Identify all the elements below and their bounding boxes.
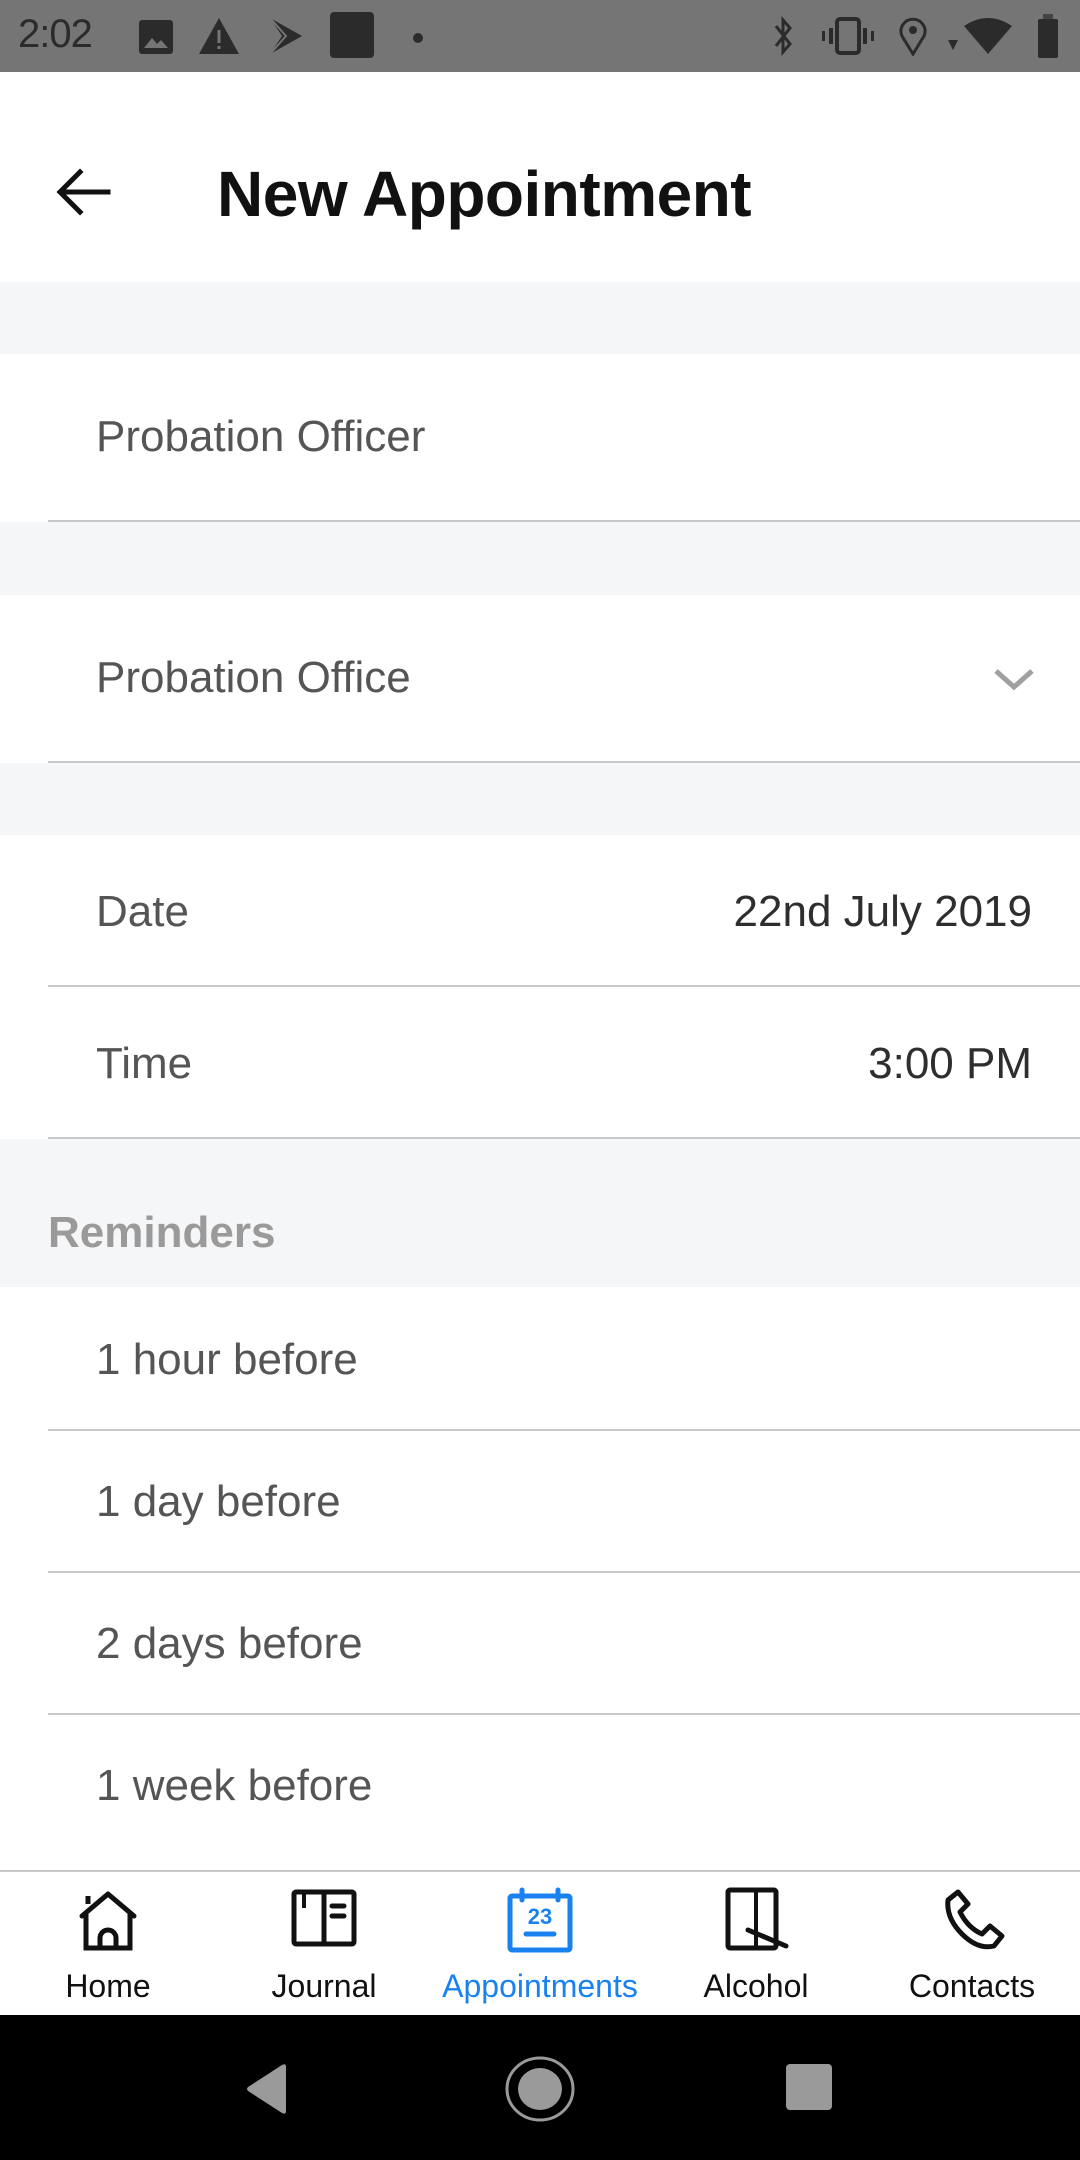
tab-home[interactable]: Home <box>0 1872 216 2015</box>
probation-officer-placeholder: Probation Officer <box>96 412 426 461</box>
tab-alcohol[interactable]: Alcohol <box>648 1872 864 2015</box>
home-icon <box>79 1891 137 1951</box>
probation-officer-field[interactable]: Probation Officer <box>0 354 1080 522</box>
play-store-icon <box>269 17 302 55</box>
tab-contacts-label: Contacts <box>908 1968 1036 2004</box>
tab-alcohol-label: Alcohol <box>703 1968 809 2004</box>
dot-icon <box>413 33 423 43</box>
tab-contacts[interactable]: Contacts <box>864 1872 1080 2015</box>
location-icon <box>899 17 927 56</box>
app-header: New Appointment <box>0 72 1080 282</box>
tab-home-label: Home <box>65 1968 151 2004</box>
reminder-item[interactable]: 1 day before <box>0 1431 1080 1573</box>
page-title: New Appointment <box>217 158 752 230</box>
vibrate-icon <box>822 17 874 55</box>
wifi-icon <box>948 18 1012 54</box>
image-icon <box>139 20 173 54</box>
date-label: Date <box>96 887 189 936</box>
tab-journal[interactable]: Journal <box>216 1872 432 2015</box>
reminder-label: 1 hour before <box>96 1335 358 1384</box>
probation-office-value: Probation Office <box>96 653 411 702</box>
divider <box>48 761 1080 763</box>
app-square-icon <box>330 12 374 58</box>
journal-icon <box>291 1889 357 1947</box>
bottom-tab-bar: Home Journal 23 Appointments Alcohol Con… <box>0 1870 1080 2015</box>
divider <box>48 520 1080 522</box>
arrow-left-icon[interactable] <box>56 164 112 220</box>
date-value[interactable]: 22nd July 2019 <box>734 887 1032 937</box>
back-triangle-icon[interactable] <box>244 2063 288 2115</box>
date-row[interactable]: Date 22nd July 2019 <box>0 835 1080 987</box>
alcohol-icon <box>725 1887 789 1951</box>
calendar-icon-day: 23 <box>528 1904 552 1929</box>
reminder-label: 2 days before <box>96 1619 363 1668</box>
chevron-down-icon[interactable] <box>992 665 1036 693</box>
home-circle-icon[interactable] <box>504 2055 576 2123</box>
warning-icon <box>199 18 239 54</box>
probation-office-select[interactable]: Probation Office <box>0 595 1080 763</box>
divider <box>48 1137 1080 1139</box>
time-label: Time <box>96 1039 193 1088</box>
recents-square-icon[interactable] <box>785 2063 833 2111</box>
status-time: 2:02 <box>18 12 93 56</box>
status-bar: 2:02 <box>0 0 1080 72</box>
calendar-icon: 23 <box>507 1887 573 1953</box>
battery-icon <box>1038 14 1058 58</box>
tab-appointments-label: Appointments <box>442 1968 638 2004</box>
time-row[interactable]: Time 3:00 PM <box>0 987 1080 1139</box>
reminder-label: 1 week before <box>96 1761 373 1810</box>
reminder-item[interactable]: 1 week before <box>0 1715 1080 1875</box>
time-value[interactable]: 3:00 PM <box>868 1039 1032 1089</box>
reminders-section-title: Reminders <box>48 1208 276 1257</box>
reminder-label: 1 day before <box>96 1477 341 1526</box>
tab-appointments[interactable]: 23 Appointments <box>432 1872 648 2015</box>
tab-journal-label: Journal <box>271 1968 377 2004</box>
reminder-item[interactable]: 2 days before <box>0 1573 1080 1715</box>
phone-icon <box>945 1889 1005 1950</box>
reminder-item[interactable]: 1 hour before <box>0 1287 1080 1431</box>
system-nav-bar <box>0 2015 1080 2160</box>
bluetooth-icon <box>774 16 792 56</box>
